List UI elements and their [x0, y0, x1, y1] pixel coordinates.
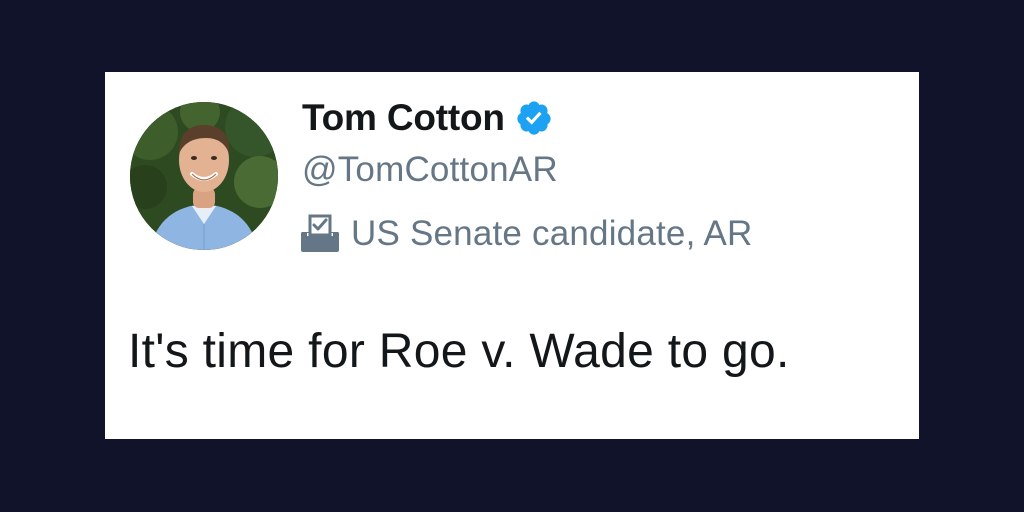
label-text: US Senate candidate, AR: [351, 214, 753, 253]
account-label: US Senate candidate, AR: [298, 210, 753, 258]
display-name-row: Tom Cotton: [302, 94, 553, 142]
profile-photo: [130, 102, 278, 250]
ballot-box-icon: [298, 214, 342, 254]
tweet-text: It's time for Roe v. Wade to go.: [128, 325, 790, 378]
user-handle[interactable]: @TomCottonAR: [302, 150, 558, 190]
verified-badge-icon: [515, 99, 553, 137]
tweet-card: Tom Cotton @TomCottonAR US Senate candid…: [105, 72, 919, 439]
page-background: Tom Cotton @TomCottonAR US Senate candid…: [0, 0, 1024, 512]
display-name[interactable]: Tom Cotton: [302, 97, 505, 139]
avatar[interactable]: [130, 102, 278, 250]
